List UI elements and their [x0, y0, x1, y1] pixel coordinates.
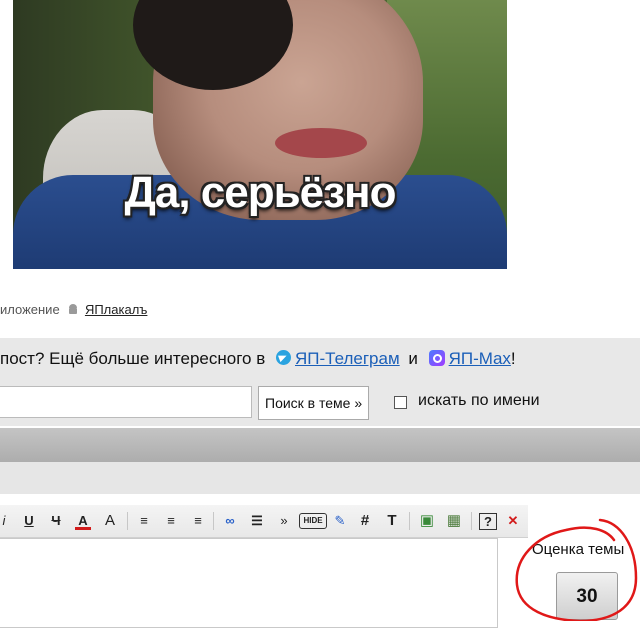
app-prefix: иложение	[0, 302, 60, 317]
italic-button[interactable]: i	[0, 512, 8, 530]
font-color-button[interactable]: A	[75, 512, 91, 530]
toolbar-separator	[409, 512, 410, 530]
telegram-icon	[276, 350, 291, 365]
link-button[interactable]: ∞	[221, 512, 239, 530]
telegram-link[interactable]: ЯП-Телеграм	[295, 349, 400, 368]
align-center-button[interactable]: ≡	[163, 512, 179, 530]
align-left-button[interactable]: ≡	[136, 512, 152, 530]
toolbar-separator	[127, 512, 128, 530]
toolbar-separator	[213, 512, 214, 530]
search-by-name-label: искать по имени	[418, 392, 540, 409]
quote-button[interactable]: »	[277, 512, 291, 530]
font-size-button[interactable]: A	[101, 512, 119, 530]
android-icon	[69, 304, 78, 314]
hash-button[interactable]: #	[357, 512, 373, 530]
post-image[interactable]: Да, серьёзно	[13, 0, 507, 269]
reply-subheader-bar	[0, 462, 640, 494]
image-lips	[275, 128, 367, 158]
max-icon	[428, 350, 445, 366]
underline-button[interactable]: U	[22, 512, 36, 530]
video-icon[interactable]: ▦	[445, 512, 463, 530]
promo-text: пост? Ещё больше интересного в ЯП-Телегр…	[0, 349, 516, 369]
promo-conjunction: и	[408, 349, 418, 368]
max-link[interactable]: ЯП-Max	[449, 349, 511, 368]
promo-exclamation: !	[510, 349, 516, 368]
search-input[interactable]	[0, 386, 252, 418]
topic-rating-label: Оценка темы	[532, 541, 625, 558]
toolbar-separator	[471, 512, 472, 530]
reply-textarea[interactable]	[0, 538, 498, 628]
search-by-name-checkbox[interactable]	[394, 396, 407, 409]
close-icon[interactable]: ✕	[506, 512, 520, 530]
search-in-topic-button[interactable]: Поиск в теме »	[258, 386, 370, 420]
edit-icon[interactable]: ✎	[331, 512, 349, 530]
reply-header-bar	[0, 428, 640, 462]
promo-lead: пост? Ещё больше интересного в	[0, 349, 266, 368]
strikethrough-button[interactable]: Ч	[48, 512, 64, 530]
image-icon[interactable]: ▣	[418, 512, 436, 530]
align-right-button[interactable]: ≡	[190, 512, 206, 530]
app-link[interactable]: ЯПлакалъ	[85, 302, 147, 317]
posted-from-app: иложение ЯПлакалъ	[0, 302, 147, 317]
text-button[interactable]: T	[384, 512, 400, 530]
image-caption: Да, серьёзно	[124, 168, 397, 217]
list-button[interactable]: ☰	[248, 512, 266, 530]
topic-rating-value[interactable]: 30	[556, 572, 618, 620]
help-icon[interactable]: ?	[479, 513, 497, 530]
hide-button[interactable]: HIDE	[299, 513, 327, 529]
